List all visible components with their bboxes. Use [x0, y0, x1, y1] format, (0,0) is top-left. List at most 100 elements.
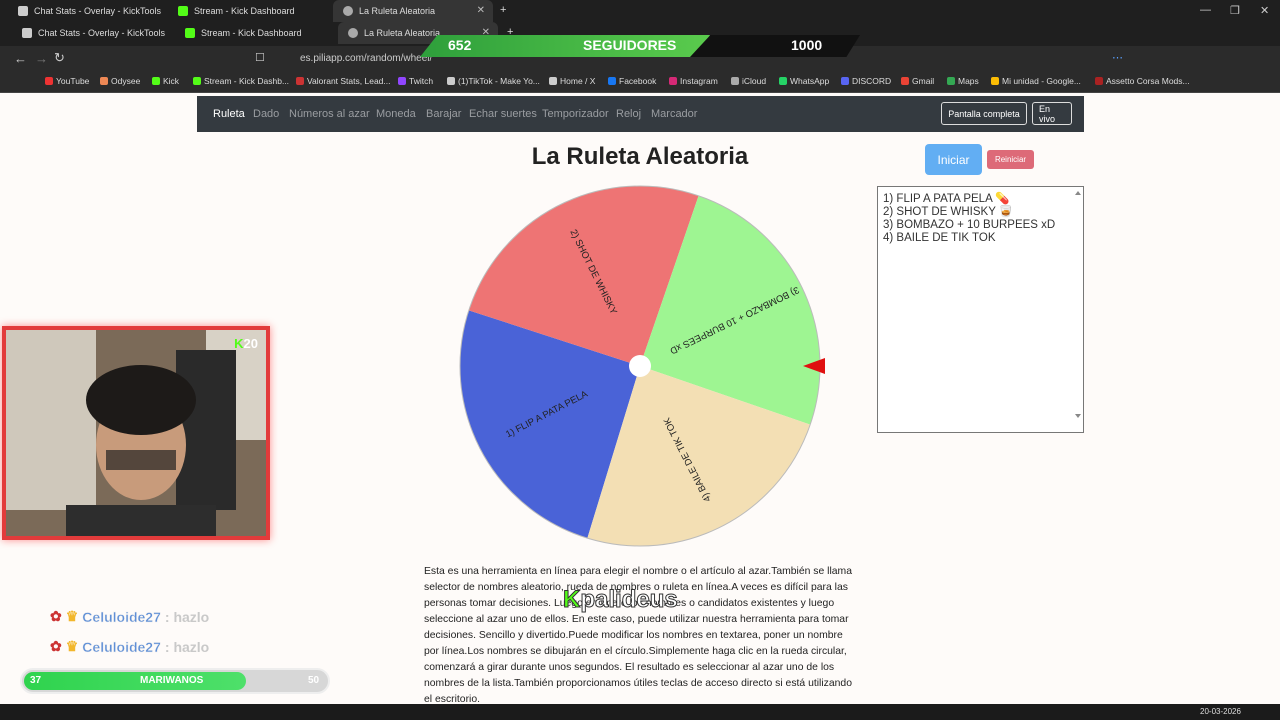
bookmark-label: Maps [958, 76, 979, 86]
grid-icon [22, 28, 32, 38]
bookmark-label: YouTube [56, 76, 90, 86]
bookmark-label: (1)TikTok - Make Yo... [458, 76, 540, 86]
nav-barajar[interactable]: Barajar [426, 108, 461, 120]
webcam-image [6, 330, 266, 536]
leaf-icon: ✿ [50, 638, 62, 654]
nav-ruleta[interactable]: Ruleta [213, 108, 245, 120]
nav-temporizador[interactable]: Temporizador [542, 108, 609, 120]
tab-ruleta[interactable]: La Ruleta Aleatoria ✕ [333, 0, 493, 22]
bookmark-item[interactable]: Home / X [549, 76, 595, 86]
bookmark-item[interactable]: Maps [947, 76, 979, 86]
bookmark-item[interactable]: Gmail [901, 76, 934, 86]
tab-kick-dashboard-2[interactable]: Stream - Kick Dashboard [175, 22, 335, 44]
bookmark-label: Home / X [560, 76, 596, 86]
chat-text: : hazlo [164, 638, 210, 655]
chat-username: Celuloide27 [82, 638, 161, 655]
bookmark-label: Odysee [111, 76, 141, 86]
goal-label: MARIWANOS [140, 675, 204, 686]
nav-reloj[interactable]: Reloj [616, 108, 641, 120]
url-field[interactable]: es.piliapp.com/random/wheel/ [300, 53, 432, 64]
bookmarks-bar: YouTube Odysee Kick Stream - Kick Dashb... V… [0, 72, 1280, 93]
chat-text: : hazlo [164, 608, 210, 625]
entry-line: 4) BAILE DE TIK TOK [883, 232, 996, 244]
textarea-scrollbar[interactable] [1074, 189, 1082, 431]
close-tab-icon[interactable]: ✕ [477, 5, 485, 16]
bookmark-label: Assetto Corsa Mods... [1106, 76, 1190, 86]
entry-line: 1) FLIP A PATA PELA 💊 [883, 193, 1010, 205]
minimize-icon[interactable]: — [1200, 4, 1211, 16]
site-navbar: Ruleta Dado Números al azar Moneda Baraj… [197, 96, 1084, 132]
nav-marcador[interactable]: Marcador [651, 108, 697, 120]
names-textarea[interactable]: 1) FLIP A PATA PELA 💊 2) SHOT DE WHISKY … [877, 186, 1084, 433]
globe-icon [343, 6, 353, 16]
new-tab-icon[interactable]: + [500, 4, 506, 16]
nav-echar-suertes[interactable]: Echar suertes [469, 108, 537, 120]
grid-icon [18, 6, 28, 16]
bookmark-item[interactable]: Stream - Kick Dashb... [193, 76, 289, 86]
goal-target: 50 [308, 675, 320, 686]
close-window-icon[interactable]: ✕ [1260, 4, 1269, 17]
kick-badge: K20 [234, 336, 258, 351]
subgoal-fill [24, 672, 246, 690]
bookmark-item[interactable]: Kick [152, 76, 179, 86]
tab-kick-dashboard[interactable]: Stream - Kick Dashboard [168, 0, 328, 22]
extensions-icon[interactable]: ⋯ [1112, 51, 1123, 64]
bookmark-label: iCloud [742, 76, 767, 86]
bookmark-favicon-icon [841, 77, 849, 85]
bookmark-favicon-icon [549, 77, 557, 85]
bookmark-favicon-icon [779, 77, 787, 85]
bookmark-icon[interactable]: ☐ [255, 51, 265, 64]
crown-icon: ♛ [65, 638, 79, 654]
bookmark-item[interactable]: DISCORD [841, 76, 891, 86]
bookmark-item[interactable]: iCloud [731, 76, 766, 86]
followers-goal-bar: 652 SEGUIDORES 1000 [420, 35, 860, 57]
restore-icon[interactable]: ❐ [1230, 4, 1240, 17]
bookmark-favicon-icon [152, 77, 160, 85]
followers-label: SEGUIDORES [583, 37, 677, 53]
fullscreen-button[interactable]: Pantalla completa [941, 102, 1027, 125]
reload-icon[interactable]: ↻ [54, 50, 65, 66]
nav-dado[interactable]: Dado [253, 108, 279, 120]
tab-chat-stats[interactable]: Chat Stats - Overlay - KickTools [8, 0, 168, 22]
nav-moneda[interactable]: Moneda [376, 108, 416, 120]
page-title: La Ruleta Aleatoria [531, 143, 749, 170]
bookmark-item[interactable]: WhatsApp [779, 76, 829, 86]
bookmark-label: Valorant Stats, Lead... [307, 76, 391, 86]
entry-line: 2) SHOT DE WHISKY 🥃 [883, 206, 1014, 218]
bookmark-item[interactable]: YouTube [45, 76, 89, 86]
bookmark-favicon-icon [296, 77, 304, 85]
bookmark-favicon-icon [100, 77, 108, 85]
forward-icon[interactable]: → [35, 51, 48, 66]
bookmark-item[interactable]: Assetto Corsa Mods... [1095, 76, 1190, 86]
bookmark-item[interactable]: Odysee [100, 76, 140, 86]
reset-button[interactable]: Reiniciar [987, 150, 1034, 169]
bookmark-label: Facebook [619, 76, 657, 86]
bookmark-favicon-icon [608, 77, 616, 85]
leaf-icon: ✿ [50, 608, 62, 624]
bookmark-item[interactable]: Valorant Stats, Lead... [296, 76, 390, 86]
taskbar: 20-03-2026 [0, 704, 1280, 720]
random-wheel[interactable]: 1) FLIP A PATA PELA2) SHOT DE WHISKY3) B… [457, 183, 827, 553]
taskbar-date: 20-03-2026 [1200, 707, 1241, 716]
start-button[interactable]: Iniciar [925, 144, 982, 175]
chat-message: ✿ ♛ Celuloide27 : hazlo [50, 608, 209, 625]
bookmark-item[interactable]: Twitch [398, 76, 433, 86]
bookmark-item[interactable]: (1)TikTok - Make Yo... [447, 76, 540, 86]
chat-message: ✿ ♛ Celuloide27 : hazlo [50, 638, 209, 655]
bookmark-label: Gmail [912, 76, 935, 86]
live-button[interactable]: En vivo [1032, 102, 1072, 125]
tab-strip: Chat Stats - Overlay - KickTools Stream … [0, 0, 1280, 24]
back-icon[interactable]: ← [14, 51, 27, 66]
followers-goal: 1000 [791, 37, 823, 53]
kick-icon: K [562, 586, 581, 614]
crown-icon: ♛ [65, 608, 79, 624]
bookmark-favicon-icon [45, 77, 53, 85]
bookmark-item[interactable]: Facebook [608, 76, 656, 86]
tab-chat-stats-2[interactable]: Chat Stats - Overlay - KickTools [12, 22, 172, 44]
bookmark-item[interactable]: Instagram [669, 76, 718, 86]
entry-line: 3) BOMBAZO + 10 BURPEES xD [883, 219, 1056, 231]
bookmark-label: WhatsApp [790, 76, 830, 86]
bookmark-item[interactable]: Mi unidad - Google... [991, 76, 1081, 86]
nav-numeros[interactable]: Números al azar [289, 108, 370, 120]
bookmark-favicon-icon [669, 77, 677, 85]
